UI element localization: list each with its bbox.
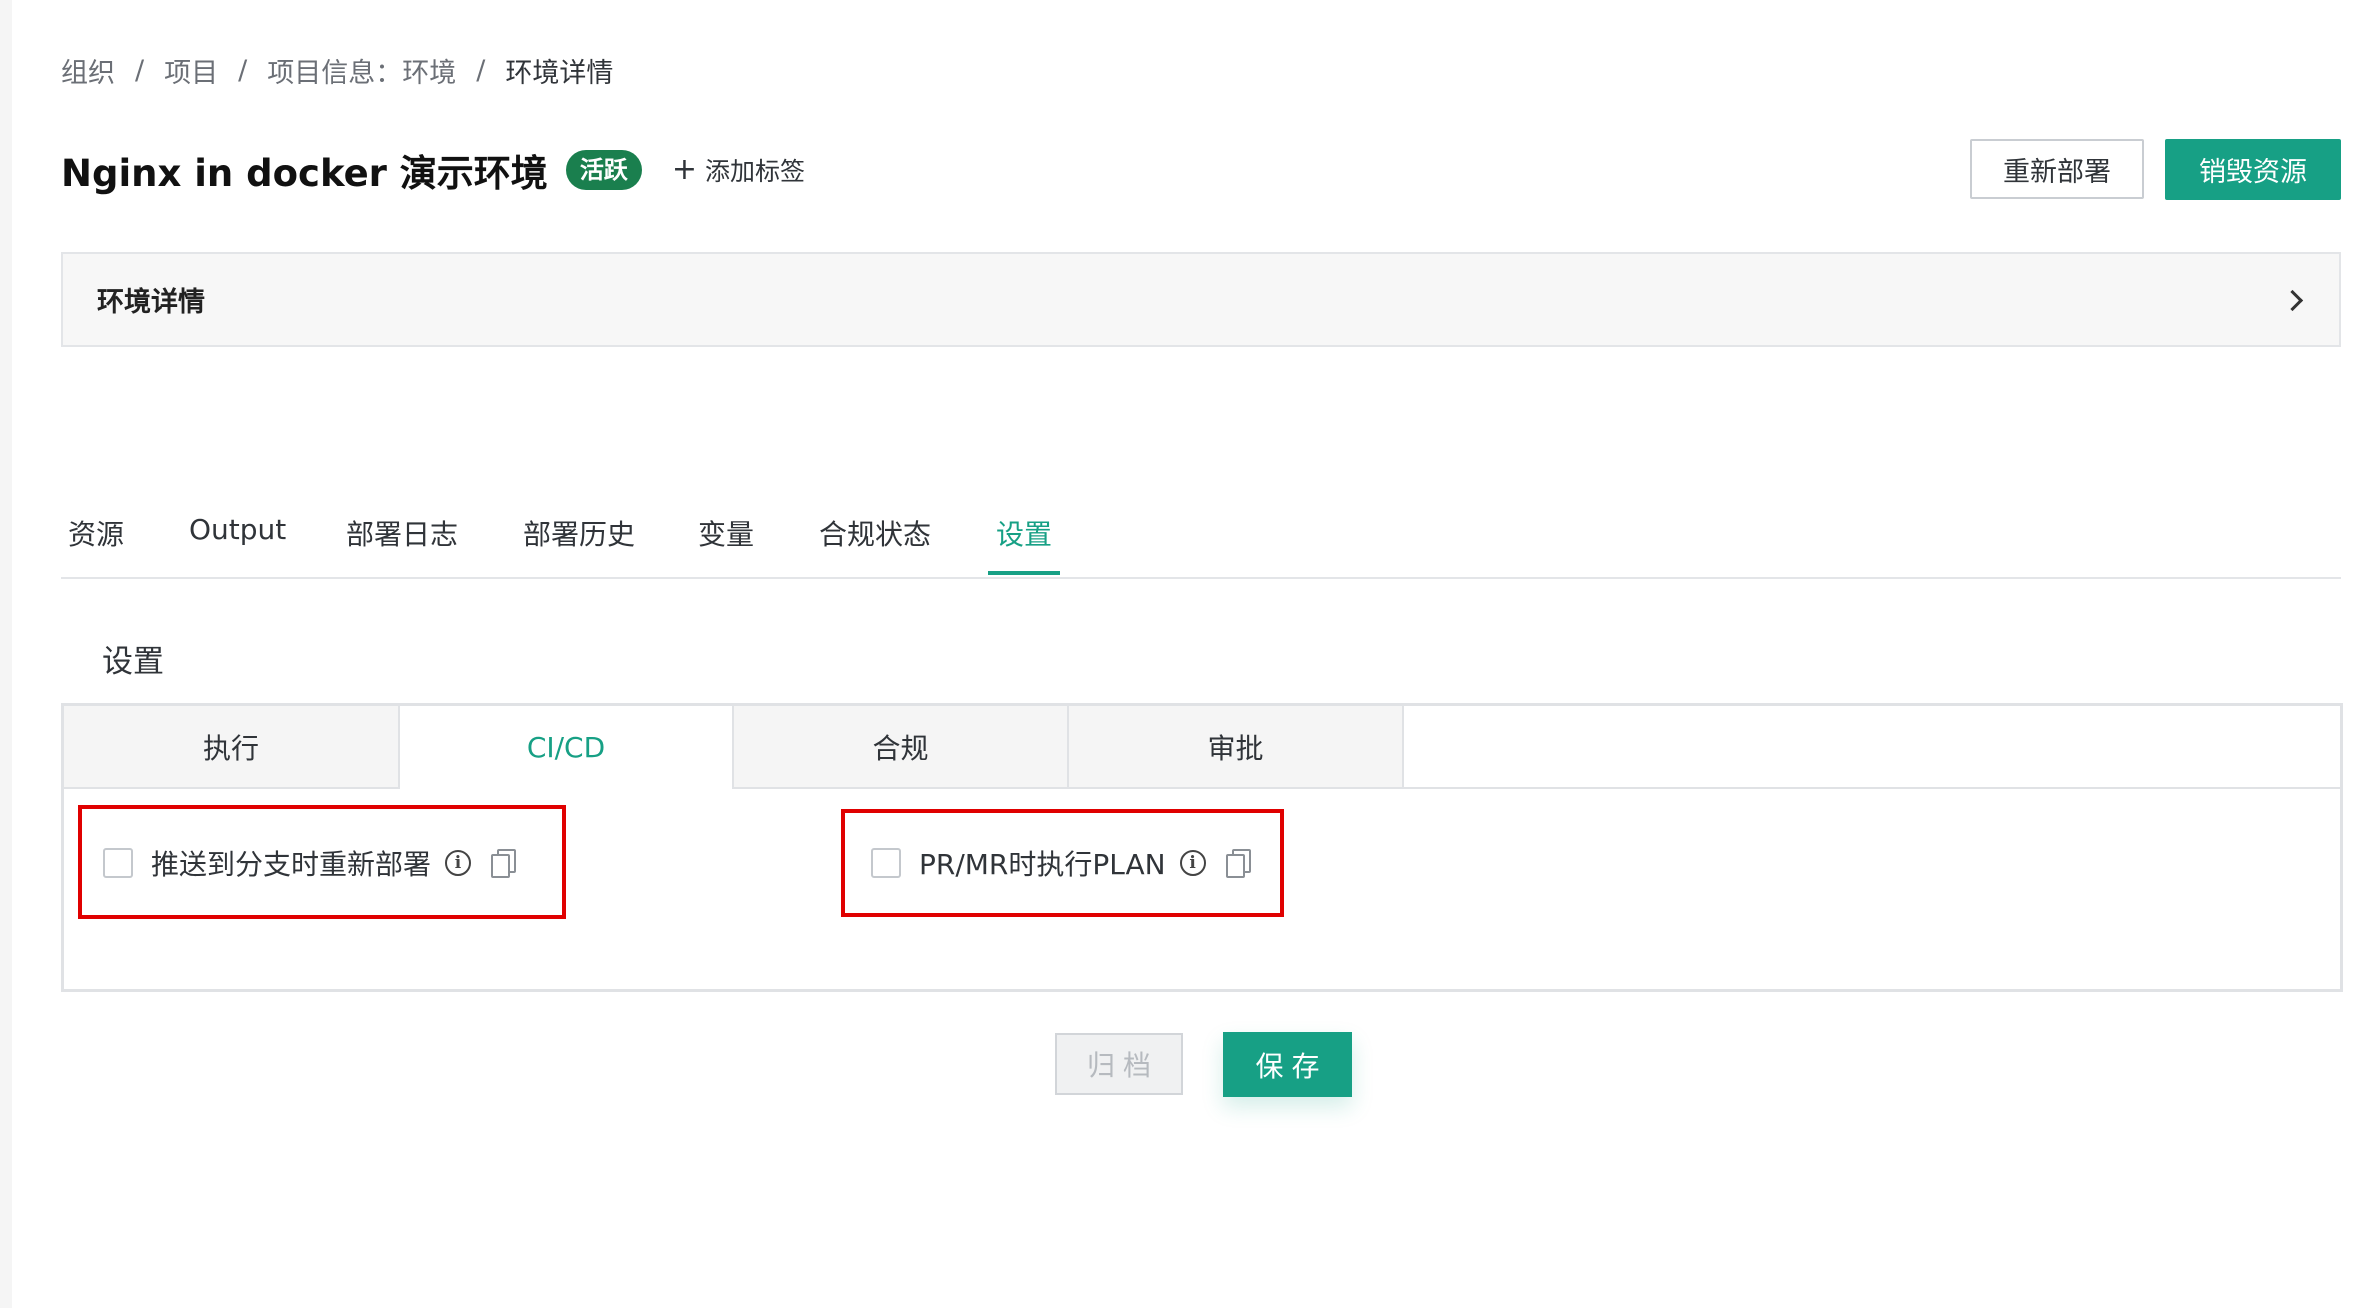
highlight-annotation-plan-on-pr-mr	[841, 809, 1284, 917]
breadcrumb-project-environments[interactable]: 项目信息：环境	[267, 51, 456, 90]
tab-resources[interactable]: 资源	[68, 513, 124, 553]
subtab-execution[interactable]: 执行	[64, 706, 400, 787]
subtab-cicd[interactable]: CI/CD	[400, 706, 734, 789]
title-row: Nginx in docker 演示环境 活跃 + 添加标签	[61, 140, 805, 200]
environment-detail-label: 环境详情	[97, 287, 205, 318]
subtab-compliance[interactable]: 合规	[734, 706, 1069, 787]
breadcrumb-separator: /	[476, 54, 486, 86]
highlight-annotation-redeploy-on-push	[78, 805, 566, 919]
add-tag-button[interactable]: + 添加标签	[672, 152, 805, 188]
add-tag-label: 添加标签	[704, 157, 805, 186]
breadcrumb-separator: /	[238, 54, 248, 86]
breadcrumb-organization[interactable]: 组织	[61, 51, 115, 90]
tab-deploy-history[interactable]: 部署历史	[523, 513, 635, 553]
tab-settings[interactable]: 设置	[996, 513, 1052, 553]
plus-icon: +	[671, 152, 697, 187]
chevron-right-icon	[2285, 290, 2305, 310]
breadcrumb-environment-detail: 环境详情	[505, 57, 614, 89]
breadcrumb-separator: /	[135, 54, 145, 86]
tab-deploy-log[interactable]: 部署日志	[346, 513, 458, 553]
archive-button[interactable]: 归档	[1055, 1033, 1183, 1095]
tab-variables[interactable]: 变量	[698, 513, 754, 553]
destroy-resources-button[interactable]: 销毁资源	[2165, 139, 2341, 200]
subtab-approval[interactable]: 审批	[1069, 706, 1404, 787]
settings-section-title: 设置	[102, 644, 164, 680]
left-edge-strip	[0, 0, 12, 1308]
tab-compliance-status[interactable]: 合规状态	[819, 513, 931, 553]
tab-output[interactable]: Output	[189, 513, 286, 546]
main-tabs: 资源 Output 部署日志 部署历史 变量 合规状态 设置	[61, 505, 2341, 579]
environment-detail-panel[interactable]: 环境详情	[61, 252, 2341, 347]
breadcrumb: 组织 / 项目 / 项目信息：环境 / 环境详情	[61, 50, 613, 90]
save-button[interactable]: 保存	[1223, 1032, 1352, 1097]
redeploy-button[interactable]: 重新部署	[1970, 139, 2144, 199]
status-badge: 活跃	[565, 150, 642, 190]
breadcrumb-project[interactable]: 项目	[164, 51, 218, 90]
page-title: Nginx in docker 演示环境	[61, 152, 548, 195]
settings-subtabs: 执行 CI/CD 合规 审批	[64, 706, 2340, 789]
active-tab-indicator	[988, 571, 1060, 575]
